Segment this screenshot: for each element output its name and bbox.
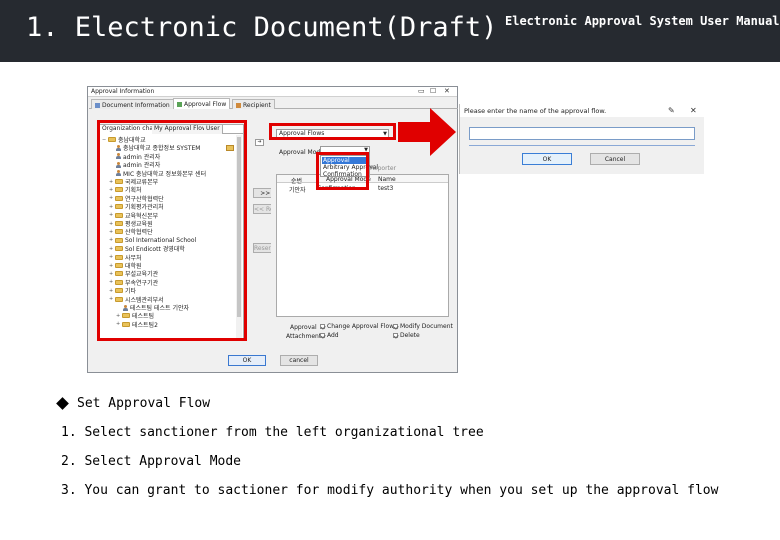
window-titlebar: Approval Information ▭ ☐ ✕ (88, 87, 457, 97)
input-underline (469, 145, 695, 146)
checkbox-icon[interactable] (320, 333, 325, 338)
tab-label: Recipient (243, 101, 271, 109)
checkbox-label: Change Approval Flow (327, 323, 395, 330)
checkbox-label: Delete (400, 332, 420, 339)
recipient-icon (236, 102, 241, 108)
manual-title: Electronic Approval System User Manual (505, 14, 780, 28)
column-header: Name (378, 176, 396, 183)
checkbox-icon[interactable] (320, 324, 325, 329)
cell-name: test3 (378, 185, 394, 192)
modify-document-checkbox[interactable]: Modify Document (393, 323, 453, 330)
instruction-step-3: 3. You can grant to sactioner for modify… (61, 483, 719, 498)
dialog-cancel-button[interactable]: Cancel (590, 153, 640, 165)
approval-line-table: 순번 Approval Mode Name 기안자 Confirmation t… (276, 174, 449, 317)
add-checkbox[interactable]: Add (320, 332, 339, 339)
dialog-title: Please enter the name of the approval fl… (464, 107, 607, 115)
cell-order: 기안자 (289, 187, 306, 194)
attachments-label: Attachments (286, 333, 325, 340)
diamond-bullet-icon (56, 397, 69, 410)
instructions-heading: Set Approval Flow (56, 396, 210, 411)
close-icon[interactable]: ✕ (690, 106, 697, 115)
red-arrow-icon (398, 108, 456, 156)
tab-recipient[interactable]: Recipient (232, 99, 275, 109)
arrow-right-icon[interactable]: ➜ (255, 139, 264, 146)
delete-checkbox[interactable]: Delete (393, 332, 420, 339)
cancel-button[interactable]: cancel (280, 355, 318, 366)
instruction-step-2: 2. Select Approval Mode (61, 454, 242, 469)
window-title: Approval Information (91, 88, 155, 95)
ok-button[interactable]: OK (228, 355, 266, 366)
tab-label: Document Information (102, 101, 170, 109)
heading-text: Set Approval Flow (77, 396, 211, 411)
maximize-icon[interactable]: ☐ (430, 87, 436, 95)
checkbox-icon[interactable] (393, 333, 398, 338)
flow-icon (177, 102, 182, 107)
mode-reporter-text: Reporter (370, 165, 397, 172)
document-icon (95, 102, 100, 108)
checkbox-label: Modify Document (400, 323, 453, 330)
tab-document-information[interactable]: Document Information (91, 99, 174, 109)
close-icon[interactable]: ✕ (444, 87, 450, 95)
tab-label: Approval Flow (184, 101, 227, 108)
flow-name-input[interactable] (469, 127, 695, 140)
slide-header: 1. Electronic Document(Draft) Electronic… (0, 0, 780, 62)
flow-name-dialog: Please enter the name of the approval fl… (459, 104, 704, 174)
dialog-ok-button[interactable]: OK (522, 153, 572, 165)
change-flow-checkbox[interactable]: Change Approval Flow (320, 323, 394, 330)
minimize-icon[interactable]: ▭ (418, 87, 425, 95)
slide-title: 1. Electronic Document(Draft) (26, 12, 498, 43)
approval-label: Approval (290, 324, 317, 331)
edit-icon[interactable]: ✎ (668, 106, 675, 115)
mode-highlight-box (316, 152, 369, 190)
flow-select-highlight-box (269, 123, 396, 140)
checkbox-icon[interactable] (393, 324, 398, 329)
dialog-titlebar: Please enter the name of the approval fl… (460, 104, 704, 117)
checkbox-label: Add (327, 332, 339, 339)
tree-highlight-box (97, 120, 247, 341)
tab-approval-flow[interactable]: Approval Flow (173, 98, 231, 109)
instruction-step-1: 1. Select sanctioner from the left organ… (61, 425, 484, 440)
